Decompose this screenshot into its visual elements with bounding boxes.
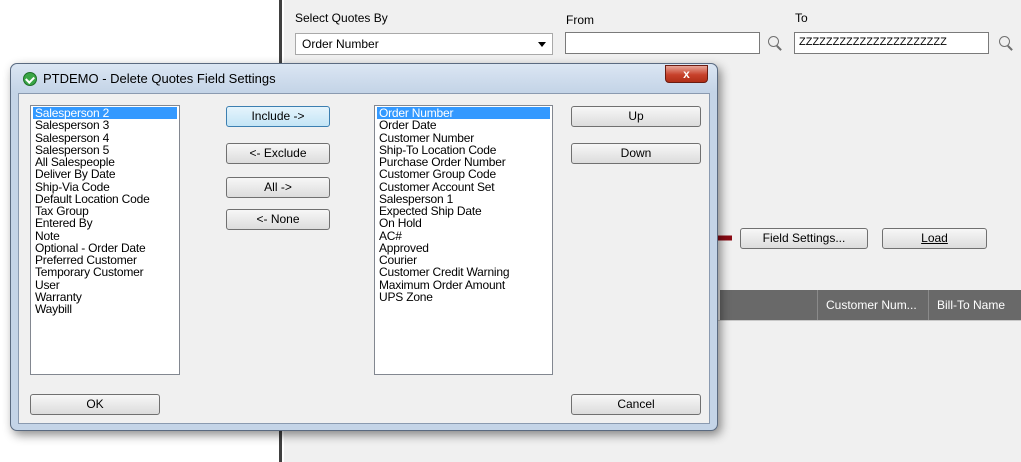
list-item[interactable]: Temporary Customer [33,266,177,279]
list-item[interactable]: Note [33,229,177,242]
list-item[interactable]: Maximum Order Amount [377,278,550,291]
ok-button[interactable]: OK [30,394,160,415]
dialog-title: PTDEMO - Delete Quotes Field Settings [43,71,276,86]
list-item[interactable]: Customer Number [377,131,550,144]
from-input[interactable] [565,32,760,54]
list-item[interactable]: User [33,278,177,291]
from-search-icon[interactable] [768,36,779,47]
dialog-titlebar[interactable]: PTDEMO - Delete Quotes Field Settings x [11,64,717,92]
list-item[interactable]: AC# [377,229,550,242]
select-by-label: Select Quotes By [295,11,388,25]
list-item[interactable]: Waybill [33,303,177,316]
list-item[interactable]: Customer Account Set [377,180,550,193]
column-customer-number[interactable]: Customer Num... [817,290,921,320]
select-by-value: Order Number [302,37,379,51]
list-item[interactable]: Customer Credit Warning [377,266,550,279]
column-bill-to-name[interactable]: Bill-To Name [928,290,1021,320]
dialog-body: Salesperson 2 Salesperson 3 Salesperson 4S… [18,93,710,424]
to-search-icon[interactable] [999,36,1010,47]
exclude-button[interactable]: <- Exclude [226,143,330,164]
to-label: To [795,11,808,25]
down-button[interactable]: Down [571,143,701,164]
include-button[interactable]: Include -> [226,106,330,127]
list-item[interactable]: Entered By [33,217,177,230]
list-item[interactable]: Salesperson 4 [33,131,177,144]
list-item[interactable]: Deliver By Date [33,168,177,181]
list-item[interactable]: Ship-Via Code [33,180,177,193]
none-button[interactable]: <- None [226,209,330,230]
chevron-down-icon [538,42,546,47]
cancel-button[interactable]: Cancel [571,394,701,415]
load-button[interactable]: Load [882,228,987,249]
results-grid-header: Customer Num... Bill-To Name [720,290,1021,320]
list-item[interactable]: Order Date [377,119,550,132]
select-by-dropdown[interactable]: Order Number [295,33,553,55]
list-item[interactable]: Salesperson 3 [33,119,177,132]
to-input[interactable]: ZZZZZZZZZZZZZZZZZZZZZZ [794,32,989,54]
all-button[interactable]: All -> [226,177,330,198]
list-item[interactable]: UPS Zone [377,290,550,303]
list-item[interactable]: Customer Group Code [377,168,550,181]
list-item[interactable]: On Hold [377,217,550,230]
included-fields-list[interactable]: Order Number Order Date Customer Number Shi… [374,105,553,375]
up-button[interactable]: Up [571,106,701,127]
close-button[interactable]: x [665,65,708,83]
available-fields-list[interactable]: Salesperson 2 Salesperson 3 Salesperson 4S… [30,105,180,375]
from-label: From [566,13,594,27]
field-settings-dialog: PTDEMO - Delete Quotes Field Settings x … [10,63,718,431]
app-check-icon [23,72,37,86]
field-settings-button[interactable]: Field Settings... [740,228,868,249]
